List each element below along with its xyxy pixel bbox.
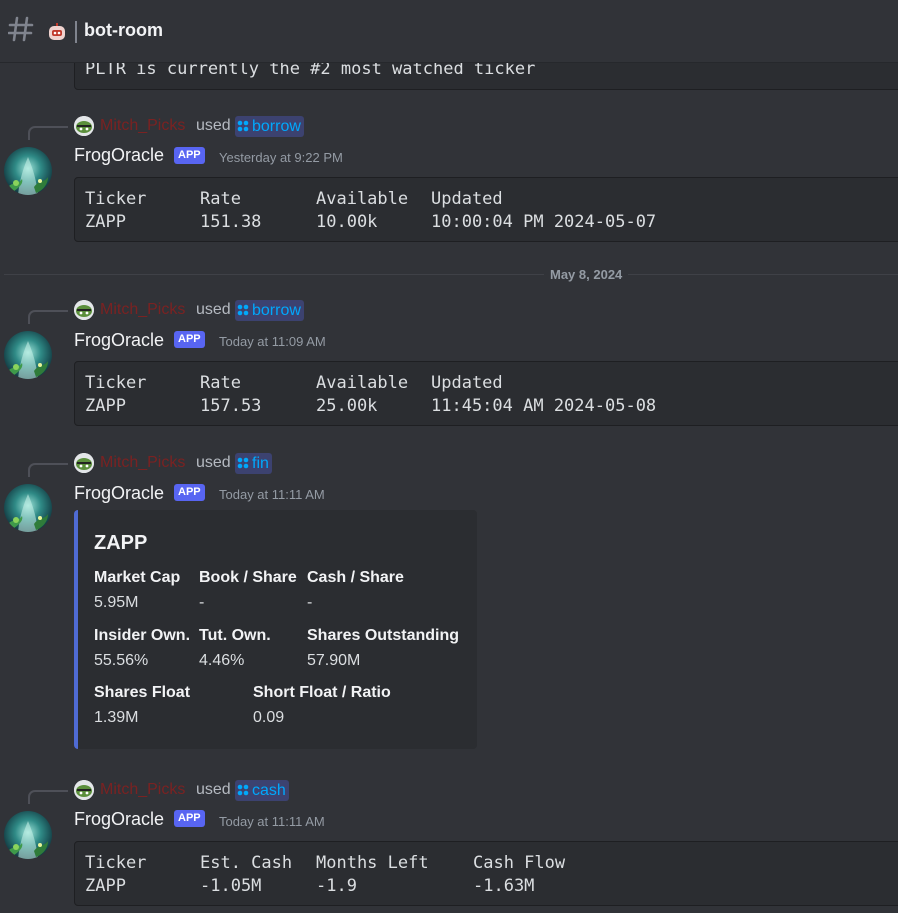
reply-username[interactable]: Mitch_Picks [100, 454, 185, 472]
channel-name[interactable]: bot-room [84, 20, 163, 41]
table-cell-updated: 11:45:04 AM 2024-05-08 [431, 396, 657, 416]
app-badge: APP [174, 331, 205, 348]
app-badge: APP [174, 810, 205, 827]
reply-avatar[interactable] [74, 116, 94, 136]
table-header-available: Available [316, 189, 409, 209]
table-header-ticker: Ticker [85, 853, 147, 873]
reply-username[interactable]: Mitch_Picks [100, 301, 185, 319]
avatar[interactable] [4, 811, 52, 859]
timestamp[interactable]: Today at 11:11 AM [219, 814, 325, 829]
avatar[interactable] [4, 147, 52, 195]
timestamp[interactable]: Yesterday at 9:22 PM [219, 150, 343, 165]
table-header-ticker: Ticker [85, 373, 147, 393]
reply-avatar[interactable] [74, 780, 94, 800]
table-header-est-cash: Est. Cash [200, 853, 293, 873]
timestamp[interactable]: Today at 11:11 AM [219, 487, 325, 502]
author-name[interactable]: FrogOracle [74, 483, 164, 504]
table-cell-ticker: ZAPP [85, 212, 126, 232]
table-cell-updated: 10:00:04 PM 2024-05-07 [431, 212, 657, 232]
command-icon [237, 784, 249, 796]
table-cell-months-left: -1.9 [316, 876, 357, 896]
channel-header: bot-room [0, 0, 898, 63]
field-value-short-float: 0.09 [253, 709, 285, 726]
reply-avatar[interactable] [74, 300, 94, 320]
table-header-months-left: Months Left [316, 853, 429, 873]
field-value-market-cap: 5.95M [94, 594, 139, 611]
author-name[interactable]: FrogOracle [74, 809, 164, 830]
reply-used-label: used [196, 454, 231, 471]
command-fin[interactable]: fin [235, 453, 272, 474]
table-header-available: Available [316, 373, 409, 393]
hash-icon [7, 14, 34, 48]
avatar[interactable] [4, 331, 52, 379]
avatar[interactable] [4, 484, 52, 532]
table-cell-rate: 157.53 [200, 396, 262, 416]
timestamp[interactable]: Today at 11:09 AM [219, 334, 326, 349]
table-cell-available: 25.00k [316, 396, 378, 416]
table-cell-cash-flow: -1.63M [473, 876, 535, 896]
command-icon [237, 304, 249, 316]
reply-used-label: used [196, 301, 231, 318]
command-borrow[interactable]: borrow [235, 300, 304, 321]
field-name-book-share: Book / Share [199, 569, 297, 586]
reply-connector [28, 790, 68, 804]
table-cell-available: 10.00k [316, 212, 378, 232]
reply-connector [28, 310, 68, 324]
table-cell-est-cash: -1.05M [200, 876, 262, 896]
table-header-rate: Rate [200, 189, 241, 209]
command-label: fin [252, 455, 269, 472]
author-name[interactable]: FrogOracle [74, 145, 164, 166]
command-icon [237, 120, 249, 132]
reply-used-label: used [196, 781, 231, 798]
table-cell-ticker: ZAPP [85, 876, 126, 896]
field-name-insider-own: Insider Own. [94, 627, 191, 644]
field-value-tut-own: 4.46% [199, 652, 245, 669]
field-value-insider-own: 55.56% [94, 652, 149, 669]
table-header-ticker: Ticker [85, 189, 147, 209]
table-header-rate: Rate [200, 373, 241, 393]
embed-card: ZAPP Market Cap 5.95M Book / Share - Cas… [74, 510, 477, 749]
command-cash[interactable]: cash [235, 780, 289, 801]
field-name-market-cap: Market Cap [94, 569, 181, 586]
robot-icon [47, 22, 67, 46]
date-divider-label: May 8, 2024 [544, 267, 629, 282]
header-divider [75, 21, 77, 43]
field-value-shares-outstanding: 57.90M [307, 652, 361, 669]
table-header-cash-flow: Cash Flow [473, 853, 566, 873]
table-header-updated: Updated [431, 189, 503, 209]
field-value-book-share: - [199, 594, 205, 611]
author-name[interactable]: FrogOracle [74, 330, 164, 351]
field-value-cash-share: - [307, 594, 313, 611]
reply-used-label: used [196, 117, 231, 134]
command-borrow[interactable]: borrow [235, 116, 304, 137]
reply-username[interactable]: Mitch_Picks [100, 117, 185, 135]
field-name-cash-share: Cash / Share [307, 569, 404, 586]
command-label: borrow [252, 118, 301, 135]
table-cell-rate: 151.38 [200, 212, 262, 232]
app-badge: APP [174, 484, 205, 501]
command-icon [237, 457, 249, 469]
field-value-shares-float: 1.39M [94, 709, 139, 726]
table-header-updated: Updated [431, 373, 503, 393]
command-label: cash [252, 782, 286, 799]
field-name-shares-float: Shares Float [94, 684, 191, 701]
embed-title: ZAPP [94, 532, 148, 554]
code-block: Ticker Rate Available Updated ZAPP 151.3… [74, 177, 898, 242]
date-divider-line [4, 274, 898, 275]
command-label: borrow [252, 302, 301, 319]
code-block: Ticker Rate Available Updated ZAPP 157.5… [74, 361, 898, 426]
field-name-short-float: Short Float / Ratio [253, 684, 391, 701]
app-badge: APP [174, 147, 205, 164]
reply-avatar[interactable] [74, 453, 94, 473]
reply-connector [28, 463, 68, 477]
reply-username[interactable]: Mitch_Picks [100, 781, 185, 799]
code-block: Ticker Est. Cash Months Left Cash Flow Z… [74, 841, 898, 906]
field-name-shares-outstanding: Shares Outstanding [307, 627, 460, 644]
table-cell-ticker: ZAPP [85, 396, 126, 416]
reply-connector [28, 126, 68, 140]
field-name-tut-own: Tut. Own. [199, 627, 271, 644]
